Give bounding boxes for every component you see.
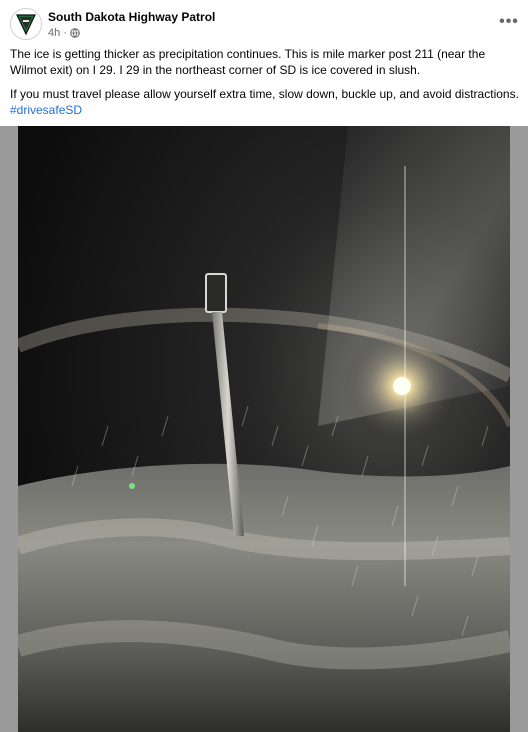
post-photo[interactable] xyxy=(18,126,510,732)
post-paragraph-2: If you must travel please allow yourself… xyxy=(10,86,520,118)
highway-patrol-badge-logo xyxy=(11,9,41,39)
post-text: The ice is getting thicker as precipitat… xyxy=(10,46,520,126)
page-name[interactable]: South Dakota Highway Patrol xyxy=(48,10,215,24)
icy-mile-marker-photo xyxy=(18,126,510,732)
post-header: South Dakota Highway Patrol 4h · ••• xyxy=(0,0,528,44)
post-meta: 4h · xyxy=(48,27,80,39)
post-paragraph-2-text: If you must travel please allow yourself… xyxy=(10,87,519,101)
more-options-icon[interactable]: ••• xyxy=(496,12,522,32)
hashtag-link[interactable]: #drivesafeSD xyxy=(10,103,82,117)
globe-icon xyxy=(70,28,80,38)
timestamp[interactable]: 4h xyxy=(48,27,60,39)
meta-separator: · xyxy=(63,27,67,39)
post-photo-container[interactable] xyxy=(0,126,528,732)
page-avatar[interactable] xyxy=(10,8,42,40)
post-paragraph-1: The ice is getting thicker as precipitat… xyxy=(10,47,486,77)
